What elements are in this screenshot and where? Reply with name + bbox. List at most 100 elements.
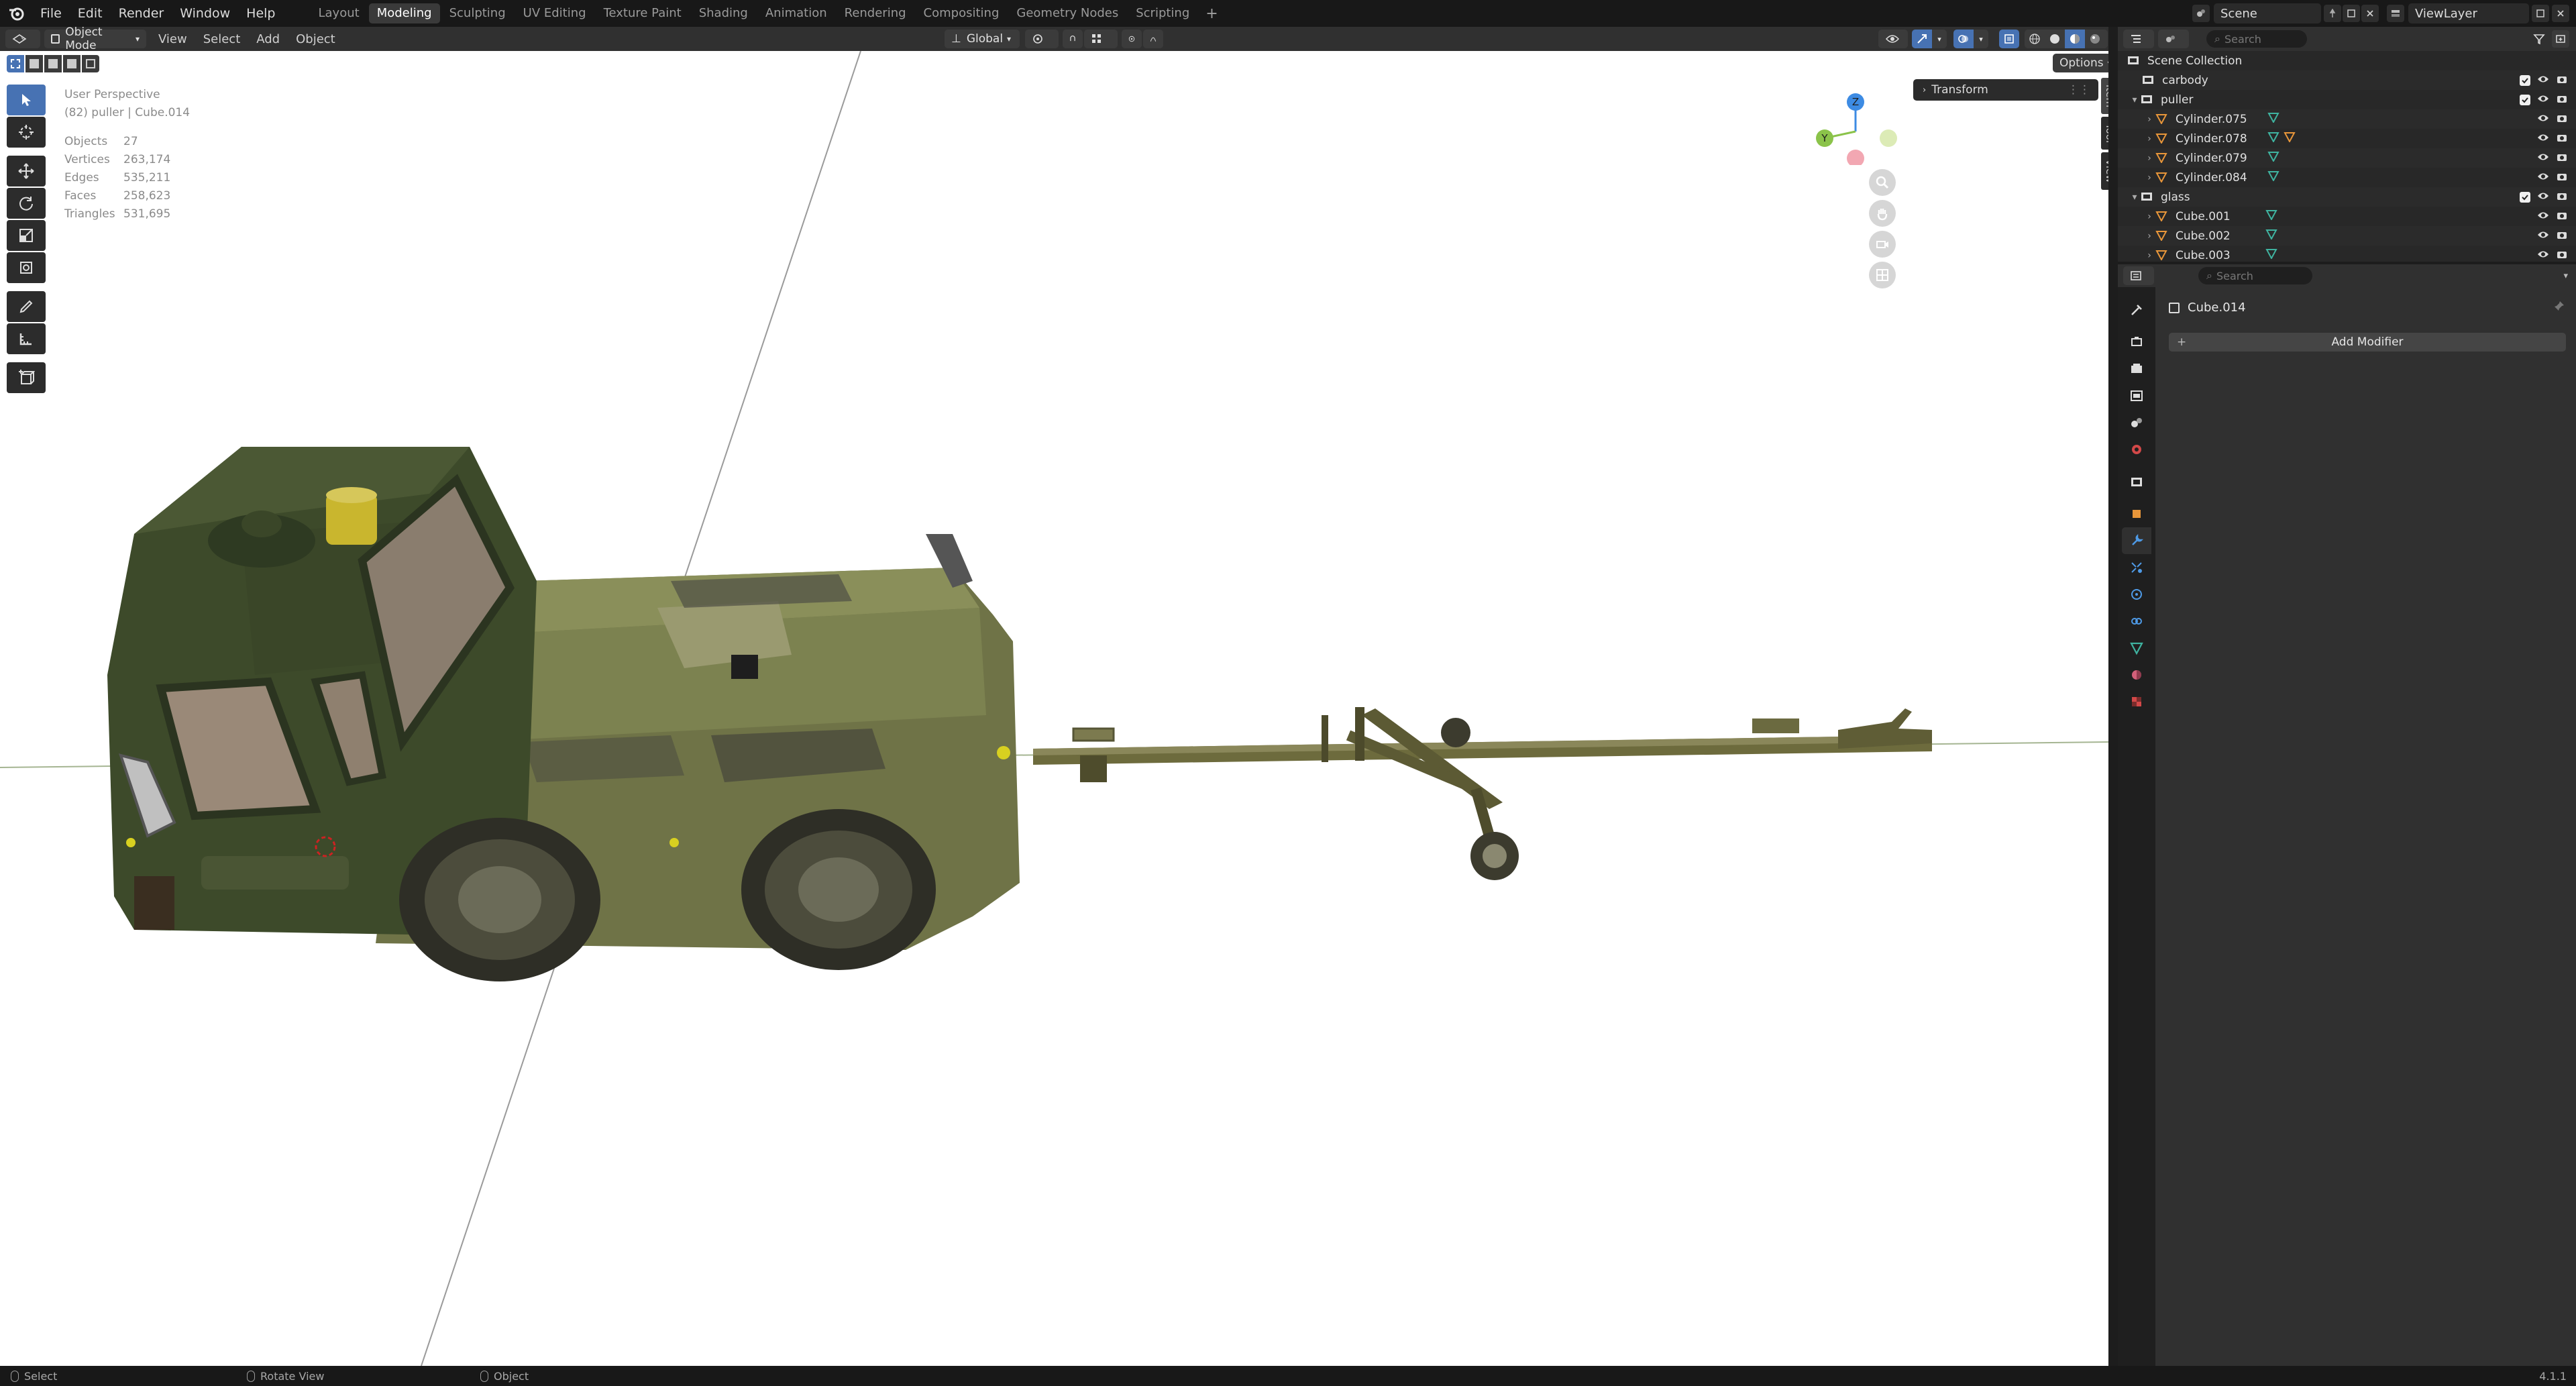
chevron-right-icon[interactable]: › bbox=[2143, 153, 2155, 164]
tab-tool[interactable]: Tool bbox=[2101, 117, 2108, 150]
tab-sculpting[interactable]: Sculpting bbox=[441, 3, 514, 23]
menu-select[interactable]: Select bbox=[195, 32, 249, 46]
rotate-tool-icon[interactable] bbox=[7, 188, 46, 219]
select-mode-invert-icon[interactable] bbox=[63, 55, 80, 72]
mesh-data-icon[interactable] bbox=[2265, 209, 2277, 223]
tab-compositing[interactable]: Compositing bbox=[916, 3, 1008, 23]
output-settings-icon[interactable] bbox=[2122, 356, 2151, 382]
outliner-row-mesh[interactable]: › Cylinder.078 bbox=[2118, 129, 2576, 148]
view-layer-new-icon[interactable] bbox=[2532, 5, 2549, 22]
tab-texture-paint[interactable]: Texture Paint bbox=[596, 3, 690, 23]
particles-props-icon[interactable] bbox=[2122, 554, 2151, 581]
chevron-right-icon[interactable]: › bbox=[2143, 250, 2155, 261]
properties-editor-type-icon[interactable] bbox=[2123, 266, 2154, 285]
camera-icon[interactable] bbox=[2556, 132, 2568, 146]
render-settings-icon[interactable] bbox=[2122, 329, 2151, 356]
chevron-right-icon[interactable]: › bbox=[2143, 114, 2155, 125]
chevron-right-icon[interactable]: › bbox=[2143, 172, 2155, 183]
scale-tool-icon[interactable] bbox=[7, 220, 46, 251]
gizmo-toggle-icon[interactable] bbox=[1912, 30, 1932, 48]
scene-selector[interactable]: Scene bbox=[2214, 3, 2321, 23]
menu-object[interactable]: Object bbox=[288, 32, 343, 46]
eye-icon[interactable] bbox=[2537, 93, 2549, 107]
annotate-tool-icon[interactable] bbox=[7, 291, 46, 322]
modifier-props-icon[interactable] bbox=[2122, 527, 2151, 554]
menu-file[interactable]: File bbox=[32, 0, 70, 27]
overlays-toggle-icon[interactable] bbox=[1953, 30, 1974, 48]
drag-handle-icon[interactable]: ⋮⋮ bbox=[2068, 83, 2090, 97]
ortho-grid-icon[interactable] bbox=[1869, 262, 1896, 288]
exclude-checkbox[interactable] bbox=[2520, 191, 2530, 203]
mesh-data-props-icon[interactable] bbox=[2122, 635, 2151, 661]
camera-icon[interactable] bbox=[2556, 74, 2568, 87]
menu-help[interactable]: Help bbox=[238, 0, 283, 27]
tab-animation[interactable]: Animation bbox=[757, 3, 835, 23]
snap-toggle-icon[interactable] bbox=[1063, 30, 1083, 48]
texture-props-icon[interactable] bbox=[2122, 688, 2151, 715]
tab-item[interactable]: Item bbox=[2101, 78, 2108, 115]
options-dropdown[interactable]: Options ▾ bbox=[2053, 54, 2108, 72]
mesh-data-icon[interactable] bbox=[2267, 151, 2279, 165]
scene-props-icon[interactable] bbox=[2122, 409, 2151, 436]
camera-view-icon[interactable] bbox=[1869, 231, 1896, 258]
eye-icon[interactable] bbox=[2537, 171, 2549, 184]
object-props-icon[interactable] bbox=[2122, 500, 2151, 527]
add-cube-tool-icon[interactable] bbox=[7, 362, 46, 393]
3d-viewport[interactable]: Options ▾ User Perspective (82) puller |… bbox=[0, 51, 2108, 1366]
tab-uv-editing[interactable]: UV Editing bbox=[515, 3, 594, 23]
eye-icon[interactable] bbox=[2537, 191, 2549, 204]
chevron-right-icon[interactable]: › bbox=[2143, 231, 2155, 242]
collection-props-icon[interactable] bbox=[2122, 468, 2151, 495]
select-mode-extend-icon[interactable] bbox=[25, 55, 43, 72]
chevron-down-icon[interactable]: ▾ bbox=[2563, 271, 2568, 281]
eye-icon[interactable] bbox=[2537, 210, 2549, 223]
view-layer-props-icon[interactable] bbox=[2122, 382, 2151, 409]
menu-window[interactable]: Window bbox=[172, 0, 238, 27]
shading-wireframe-icon[interactable] bbox=[2025, 30, 2045, 48]
overlays-dropdown-icon[interactable]: ▾ bbox=[1974, 30, 1988, 48]
new-collection-icon[interactable] bbox=[2552, 30, 2569, 48]
eye-icon[interactable] bbox=[2537, 152, 2549, 165]
add-workspace-button[interactable]: + bbox=[1199, 5, 1224, 22]
camera-icon[interactable] bbox=[2556, 210, 2568, 223]
xray-toggle-icon[interactable] bbox=[1999, 30, 2019, 48]
pan-hand-icon[interactable] bbox=[1869, 200, 1896, 227]
camera-icon[interactable] bbox=[2556, 93, 2568, 107]
material-props-icon[interactable] bbox=[2122, 661, 2151, 688]
view-layer-selector[interactable]: ViewLayer bbox=[2408, 3, 2529, 23]
outliner-row-mesh[interactable]: › Cube.002 bbox=[2118, 226, 2576, 246]
mesh-data-icon[interactable] bbox=[2267, 170, 2279, 184]
proportional-edit-icon[interactable] bbox=[1122, 30, 1142, 48]
shading-material-icon[interactable] bbox=[2065, 30, 2085, 48]
gizmo-dropdown-icon[interactable]: ▾ bbox=[1932, 30, 1947, 48]
exclude-checkbox[interactable] bbox=[2520, 94, 2530, 105]
camera-icon[interactable] bbox=[2556, 191, 2568, 204]
tab-geometry-nodes[interactable]: Geometry Nodes bbox=[1008, 3, 1126, 23]
outliner-search-input[interactable]: ⌕ Search bbox=[2206, 30, 2307, 48]
outliner-row-mesh[interactable]: › Cube.001 bbox=[2118, 207, 2576, 226]
outliner-row-puller[interactable]: ▾ puller bbox=[2118, 90, 2576, 109]
visibility-filter-button[interactable] bbox=[1878, 30, 1908, 48]
shading-rendered-icon[interactable] bbox=[2085, 30, 2105, 48]
add-modifier-button[interactable]: + Add Modifier bbox=[2169, 333, 2566, 352]
tab-layout[interactable]: Layout bbox=[311, 3, 368, 23]
move-tool-icon[interactable] bbox=[7, 156, 46, 186]
menu-view[interactable]: View bbox=[150, 32, 195, 46]
camera-icon[interactable] bbox=[2556, 152, 2568, 165]
select-mode-new-icon[interactable] bbox=[7, 55, 24, 72]
chevron-right-icon[interactable]: › bbox=[2143, 211, 2155, 222]
tab-view[interactable]: View bbox=[2101, 152, 2108, 190]
outliner-row-mesh[interactable]: › Cylinder.084 bbox=[2118, 168, 2576, 187]
eye-icon[interactable] bbox=[2537, 229, 2549, 243]
shading-dropdown-icon[interactable] bbox=[2104, 30, 2108, 48]
mesh-data-icon[interactable] bbox=[2265, 229, 2277, 243]
measure-tool-icon[interactable] bbox=[7, 323, 46, 354]
shading-solid-icon[interactable] bbox=[2045, 30, 2065, 48]
outliner-row-mesh[interactable]: › Cube.003 bbox=[2118, 246, 2576, 262]
zoom-icon[interactable] bbox=[1869, 169, 1896, 196]
tab-rendering[interactable]: Rendering bbox=[837, 3, 914, 23]
camera-icon[interactable] bbox=[2556, 229, 2568, 243]
outliner-row-scene-collection[interactable]: Scene Collection bbox=[2118, 51, 2576, 70]
select-mode-intersect-icon[interactable] bbox=[82, 55, 99, 72]
outliner-editor-type-icon[interactable] bbox=[2123, 30, 2154, 48]
